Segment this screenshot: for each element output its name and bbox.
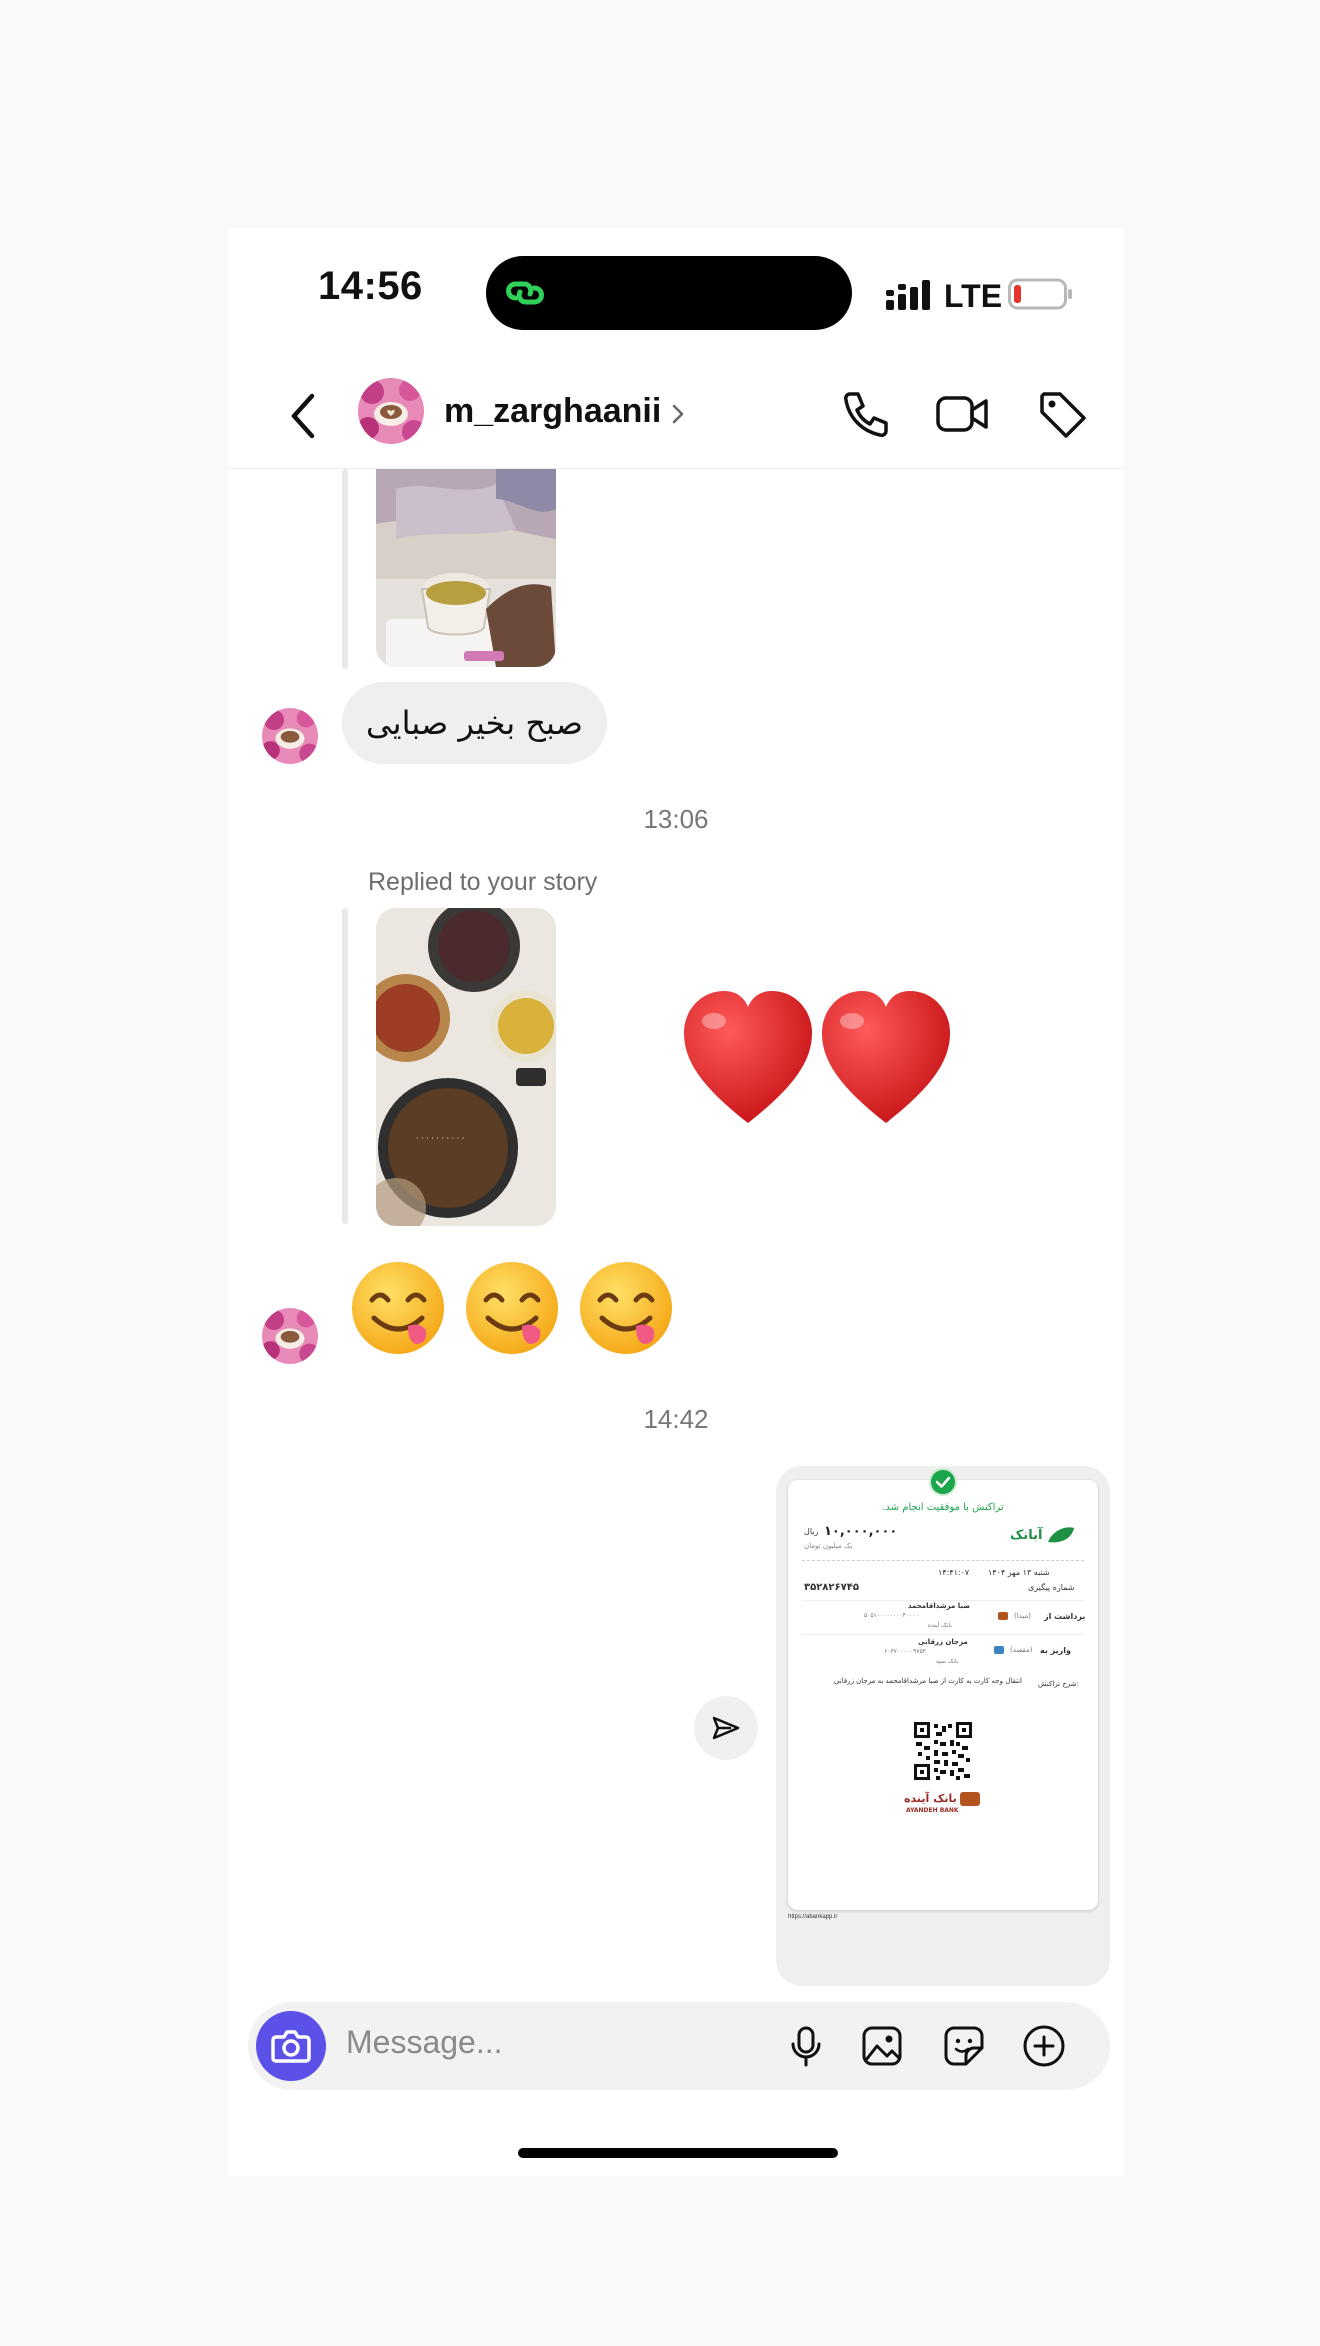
chevron-right-icon[interactable] [668, 400, 688, 428]
receipt-from-bank: بانک آینده [928, 1622, 952, 1629]
sticker-icon[interactable] [942, 2024, 986, 2068]
timestamp: 14:42 [643, 1404, 709, 1434]
yum-emoji[interactable] [462, 1258, 562, 1358]
link-activity-icon [506, 281, 544, 305]
reply-quote-bar [342, 469, 348, 669]
check-circle-icon [929, 1468, 957, 1496]
message-input[interactable]: Message... [346, 2024, 503, 2061]
yum-emoji[interactable] [576, 1258, 676, 1358]
camera-icon [271, 2030, 311, 2063]
abank-logo-icon [1048, 1527, 1074, 1543]
header-divider [228, 468, 1124, 469]
receipt-to-bank: بانک سپه [936, 1658, 959, 1665]
receipt-from-name: صبا مرشداقامحمد [908, 1602, 971, 1610]
phone-call-icon[interactable] [838, 386, 894, 442]
dynamic-island [486, 256, 852, 330]
camera-button[interactable] [256, 2011, 326, 2081]
bank-receipt-image: تراکنش با موفقیت انجام شد. آبانک ۱۰,۰۰۰,… [788, 1468, 1098, 1910]
receipt-desc-value: انتقال وجه کارت به کارت از صبا مرشداقامح… [833, 1677, 1022, 1685]
receipt-to-sub: (مقصد) [1010, 1646, 1033, 1654]
tag-icon[interactable] [1034, 386, 1090, 442]
reply-quote-bar [342, 908, 348, 1224]
heart-reaction[interactable] [680, 985, 960, 1135]
receipt-divider [802, 1634, 1084, 1635]
message-bubble[interactable]: صبح بخیر صبایی [342, 682, 607, 764]
receipt-url: https://abankapp.ir [788, 1914, 838, 1920]
sender-avatar[interactable] [262, 708, 318, 764]
microphone-icon[interactable] [784, 2024, 828, 2068]
receipt-success-text: تراکنش با موفقیت انجام شد. [882, 1502, 1004, 1513]
bank-logo-en: AYANDEH BANK [906, 1807, 959, 1814]
ayandeh-logo-icon [960, 1792, 980, 1806]
timestamp: 13:06 [643, 804, 709, 834]
signal-icon [886, 280, 930, 310]
add-icon[interactable] [1022, 2024, 1066, 2068]
receipt-time: ۱۴:۴۱:۰۷ [938, 1568, 970, 1577]
send-icon [712, 1716, 740, 1740]
receipt-desc-label: شرح تراکنش: [1038, 1680, 1079, 1688]
receipt-tracking-value: ۳۵۲۸۲۶۷۴۵ [804, 1582, 859, 1593]
receipt-amount-words: یک میلیون تومان [804, 1542, 853, 1550]
qr-code [914, 1722, 972, 1780]
status-time: 14:56 [318, 264, 423, 308]
receipt-divider [802, 1600, 1084, 1601]
bank-card-icon [994, 1646, 1004, 1654]
chat-screen: 14:56 LTE m_zarghaanii صبح بخیر صبایی 13… [228, 228, 1124, 2176]
receipt-from-label: برداشت از [1044, 1612, 1086, 1621]
contact-username[interactable]: m_zarghaanii [444, 392, 661, 431]
video-call-icon[interactable] [934, 386, 990, 442]
battery-icon [1008, 278, 1072, 310]
story-thumbnail[interactable] [376, 469, 556, 667]
story-thumbnail[interactable]: · · · · · · · · · · [376, 908, 556, 1226]
receipt-amount: ۱۰,۰۰۰,۰۰۰ [824, 1524, 898, 1539]
contact-avatar[interactable] [358, 378, 424, 444]
sender-avatar[interactable] [262, 1308, 318, 1364]
receipt-from-sub: (مبدا) [1014, 1612, 1031, 1620]
message-composer: Message... [248, 2002, 1110, 2090]
receipt-date: شنبه ۱۳ مهر ۱۴۰۴ [988, 1568, 1050, 1577]
receipt-divider [802, 1560, 1084, 1561]
gallery-icon[interactable] [860, 2024, 904, 2068]
receipt-to-label: واریز به [1040, 1646, 1071, 1655]
receipt-currency: ریال [804, 1527, 819, 1536]
back-arrow-icon[interactable] [282, 388, 326, 444]
share-button[interactable] [694, 1696, 758, 1760]
home-indicator [518, 2148, 838, 2158]
yum-emoji[interactable] [348, 1258, 448, 1358]
receipt-to-name: مرجان زرقانی [918, 1638, 968, 1646]
svg-text:· · · · · · · · · ·: · · · · · · · · · · [416, 1134, 464, 1143]
replied-story-label: Replied to your story [368, 868, 598, 896]
network-label: LTE [944, 278, 1003, 314]
bank-logo-fa: بانک آینده [904, 1792, 957, 1805]
bank-card-icon [998, 1612, 1008, 1620]
receipt-brand: آبانک [1010, 1528, 1043, 1543]
receipt-tracking-label: شماره پیگیری [1028, 1583, 1075, 1592]
shared-image-message[interactable]: تراکنش با موفقیت انجام شد. آبانک ۱۰,۰۰۰,… [776, 1466, 1110, 1986]
